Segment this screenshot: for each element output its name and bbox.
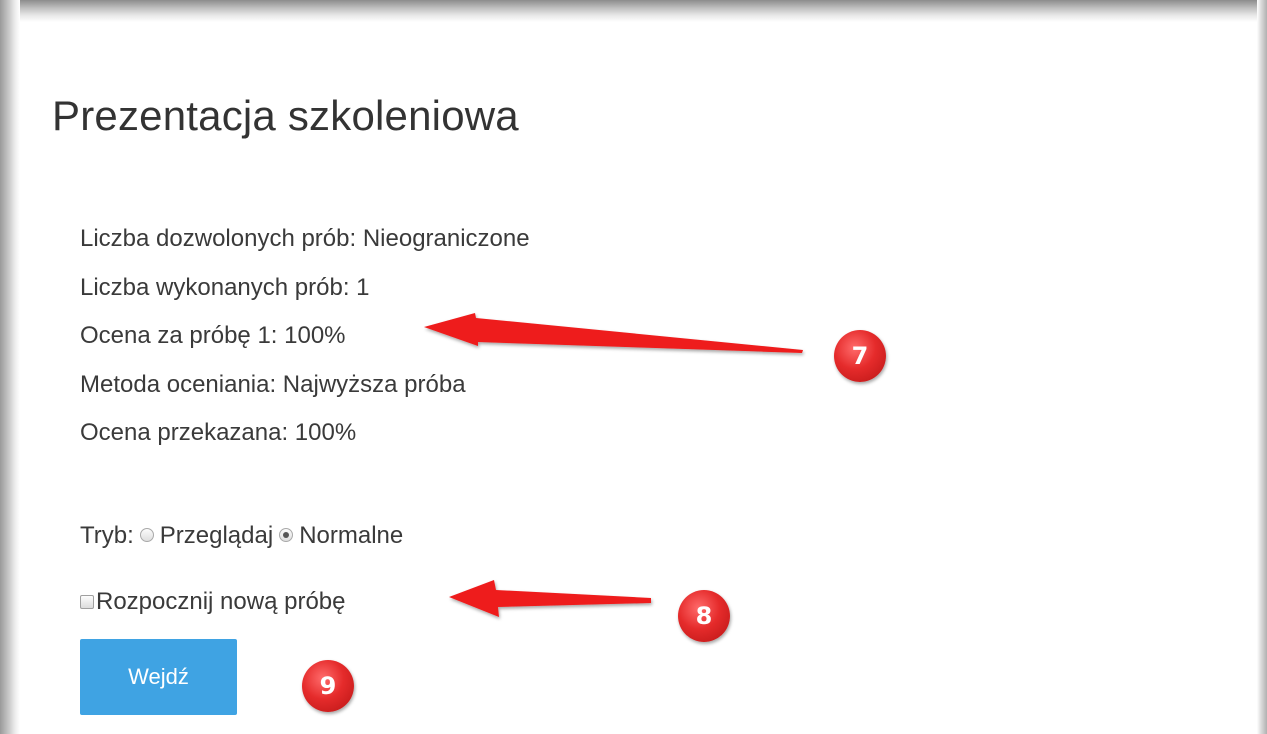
enter-button[interactable]: Wejdź bbox=[80, 639, 237, 715]
panel-right-shadow bbox=[1257, 0, 1267, 734]
panel-left-shadow bbox=[0, 0, 20, 734]
mode-normal-radio[interactable] bbox=[279, 528, 294, 542]
new-attempt-option: Rozpocznij nową próbę bbox=[80, 584, 345, 620]
attempts-completed: Liczba wykonanych prób: 1 bbox=[80, 273, 370, 301]
annotation-badge-7: 7 bbox=[834, 330, 886, 382]
content-panel: Prezentacja szkoleniowa Liczba dozwolony… bbox=[0, 0, 1267, 734]
attempt-info-list: Liczba dozwolonych prób: Nieograniczone … bbox=[80, 222, 530, 465]
attempts-allowed: Liczba dozwolonych prób: Nieograniczone bbox=[80, 225, 530, 252]
mode-browse-radio[interactable] bbox=[139, 528, 154, 542]
mode-selector: Tryb: Przeglądaj Normalne bbox=[80, 518, 403, 554]
attempt-1-grade: Ocena za próbę 1: 100% bbox=[80, 322, 346, 349]
new-attempt-label[interactable]: Rozpocznij nową próbę bbox=[96, 588, 345, 616]
panel-top-shadow bbox=[0, 0, 1267, 22]
mode-normal-label[interactable]: Normalne bbox=[299, 522, 403, 550]
new-attempt-checkbox[interactable] bbox=[80, 595, 94, 609]
mode-label: Tryb: bbox=[80, 522, 134, 549]
arrow-to-new-attempt bbox=[449, 580, 651, 617]
mode-browse-label[interactable]: Przeglądaj bbox=[160, 522, 273, 550]
annotation-badge-9: 9 bbox=[302, 660, 354, 712]
annotation-badge-8: 8 bbox=[678, 590, 730, 642]
grade-reported: Ocena przekazana: 100% bbox=[80, 419, 357, 446]
page-title: Prezentacja szkoleniowa bbox=[52, 92, 519, 139]
grading-method: Metoda oceniania: Najwyższa próba bbox=[80, 370, 466, 398]
